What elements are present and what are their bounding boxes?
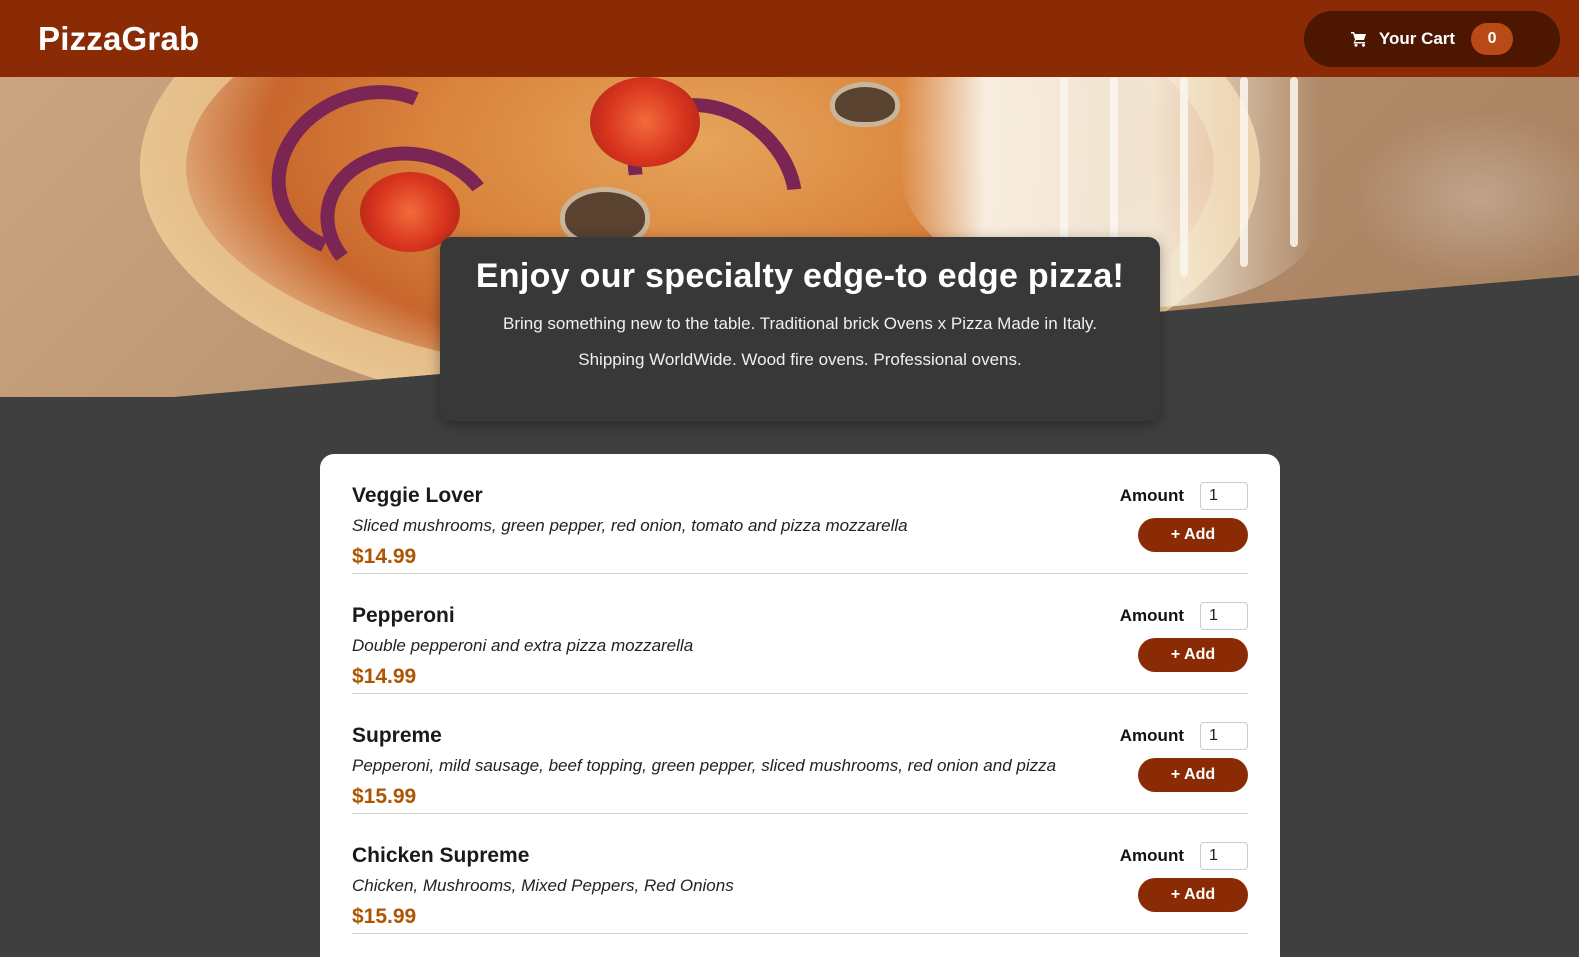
- meal-price: $14.99: [352, 665, 417, 688]
- amount-label: Amount: [1119, 726, 1184, 745]
- meal-price: $15.99: [352, 785, 417, 808]
- hero-text-line-1: Bring something new to the table. Tradit…: [502, 314, 1098, 333]
- cart-icon: [1350, 31, 1367, 47]
- hero-text-line-2: Shipping WorldWide. Wood fire ovens. Pro…: [578, 350, 1022, 369]
- meal-price: $14.99: [352, 545, 417, 568]
- amount-label: Amount: [1119, 486, 1184, 505]
- meal-description: Chicken, Mushrooms, Mixed Peppers, Red O…: [352, 876, 734, 895]
- meal-item: Veggie Lover Sliced mushrooms, green pep…: [352, 454, 1248, 574]
- meal-name: Veggie Lover: [352, 484, 483, 507]
- meal-form: Amount + Add: [1120, 722, 1248, 792]
- amount-input[interactable]: [1200, 482, 1248, 510]
- meal-form: Amount + Add: [1120, 482, 1248, 552]
- cart-count-badge: 0: [1471, 22, 1514, 55]
- amount-label: Amount: [1119, 846, 1184, 865]
- meal-name: Supreme: [352, 724, 442, 747]
- amount-input[interactable]: [1200, 602, 1248, 630]
- add-button[interactable]: + Add: [1138, 878, 1248, 912]
- top-header: PizzaGrab Your Cart 0: [0, 0, 1579, 77]
- meal-description: Pepperoni, mild sausage, beef topping, g…: [352, 756, 1057, 775]
- meal-item: Supreme Pepperoni, mild sausage, beef to…: [352, 694, 1248, 814]
- meals-list: Veggie Lover Sliced mushrooms, green pep…: [320, 454, 1280, 957]
- meal-name: Chicken Supreme: [352, 844, 530, 867]
- meal-description: Sliced mushrooms, green pepper, red onio…: [352, 516, 908, 535]
- add-button[interactable]: + Add: [1138, 518, 1248, 552]
- amount-input[interactable]: [1200, 722, 1248, 750]
- meal-item: Chicken Supreme Chicken, Mushrooms, Mixe…: [352, 814, 1248, 934]
- hero-summary: Enjoy our specialty edge-to edge pizza! …: [440, 237, 1160, 421]
- meal-description: Double pepperoni and extra pizza mozzare…: [352, 636, 694, 655]
- meal-item: Pepperoni Double pepperoni and extra piz…: [352, 574, 1248, 694]
- cart-button[interactable]: Your Cart 0: [1304, 10, 1560, 67]
- amount-input[interactable]: [1200, 842, 1248, 870]
- amount-label: Amount: [1119, 606, 1184, 625]
- add-button[interactable]: + Add: [1138, 758, 1248, 792]
- add-button[interactable]: + Add: [1138, 638, 1248, 672]
- brand-logo: PizzaGrab: [38, 19, 200, 57]
- meal-price: $15.99: [352, 905, 417, 928]
- cart-label: Your Cart: [1378, 28, 1456, 48]
- meal-form: Amount + Add: [1120, 602, 1248, 672]
- meal-form: Amount + Add: [1120, 842, 1248, 912]
- meal-name: Pepperoni: [352, 604, 455, 627]
- hero-title: Enjoy our specialty edge-to edge pizza!: [475, 257, 1125, 295]
